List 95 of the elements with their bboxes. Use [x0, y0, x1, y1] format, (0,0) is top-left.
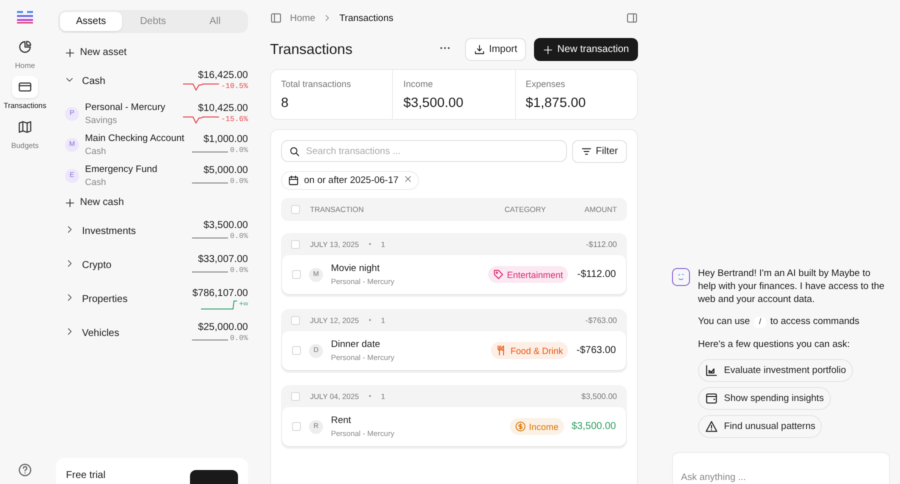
search-icon — [289, 146, 300, 157]
account-group-name[interactable]: Properties — [82, 294, 184, 304]
checkbox[interactable] — [292, 346, 301, 355]
chat-input[interactable]: Ask anything ... — [672, 452, 890, 484]
suggestion-chip[interactable]: Show spending insights — [698, 387, 831, 410]
help-icon — [18, 463, 32, 477]
search-field[interactable]: Search transactions ... — [281, 140, 567, 162]
transaction-name: Movie night — [331, 263, 381, 274]
commands-hint: to access commands — [770, 316, 860, 330]
account-group-name[interactable]: Crypto — [82, 260, 184, 270]
checkbox[interactable] — [291, 240, 300, 248]
chevron-right-icon — [323, 14, 332, 22]
date-total: -$763.00 — [585, 316, 617, 324]
account-name[interactable]: Personal - Mercury — [85, 102, 177, 113]
import-button[interactable]: Import — [464, 38, 526, 61]
transaction-name: Rent — [331, 415, 352, 426]
account-type: Cash — [85, 177, 108, 187]
tag-icon — [492, 269, 504, 280]
stat-value: $3,500.00 — [403, 95, 464, 110]
stat-label: Expenses — [526, 79, 566, 89]
stat-value: 8 — [281, 95, 290, 110]
panel-toggle-icon — [626, 12, 638, 24]
breadcrumb-link[interactable]: Transactions — [339, 12, 394, 24]
checkbox[interactable] — [292, 270, 301, 279]
account-group-name[interactable]: Vehicles — [82, 328, 184, 338]
warning-icon — [705, 420, 718, 434]
chevron-right-icon — [65, 259, 74, 268]
date-total: $3,500.00 — [581, 392, 617, 400]
group-balance: $3,500.00 — [204, 220, 248, 231]
suggestion-chip[interactable]: Find unusual patterns — [698, 415, 822, 438]
group-balance: $25,000.00 — [198, 322, 248, 333]
checkbox[interactable] — [291, 316, 300, 324]
account-balance: $5,000.00 — [204, 164, 248, 176]
assistant-message: Hey Bertrand! I'm an AI built by Maybe to help with your finances. I have access to the web and your account data. — [698, 268, 886, 306]
account-name[interactable]: Emergency Fund — [85, 164, 186, 175]
checkbox[interactable] — [291, 205, 300, 214]
account-balance: $1,000.00 — [204, 134, 248, 144]
checkbox[interactable] — [291, 392, 300, 400]
account-name[interactable]: Main Checking Account — [85, 133, 186, 144]
category-badge[interactable]: Entertainment — [488, 266, 568, 283]
new-transaction-button[interactable]: New transaction — [534, 38, 638, 61]
plus-icon — [65, 198, 75, 208]
filter-button[interactable]: Filter — [572, 140, 627, 163]
group-balance: $786,107.00 — [192, 288, 248, 299]
commands-hint: You can use — [698, 316, 750, 330]
group-balance: $33,007.00 — [198, 254, 248, 265]
calendar-icon — [288, 175, 299, 186]
smile-icon — [676, 272, 686, 282]
filter-icon — [580, 146, 592, 157]
new-account-button[interactable]: New cash — [58, 191, 124, 214]
account-balance: $10,425.00 — [198, 102, 248, 114]
plus-icon — [65, 48, 75, 58]
page-title: Transactions — [270, 42, 354, 58]
map-icon — [18, 120, 32, 134]
close-icon — [404, 175, 412, 183]
filter-chip-label: on or after 2025-06-17 — [304, 175, 399, 186]
chart-icon — [705, 364, 718, 378]
sparkline — [182, 82, 219, 92]
plus-icon — [543, 44, 554, 54]
wallet-icon — [705, 392, 718, 406]
stat-label: Income — [403, 79, 434, 89]
date-total: -$112.00 — [586, 240, 617, 248]
questions-label: Here's a few questions you can ask: — [698, 339, 851, 352]
trial-button[interactable] — [190, 470, 238, 484]
chevron-down-icon — [65, 75, 74, 84]
transaction-amount: -$763.00 — [576, 345, 616, 356]
group-balance: $16,425.00 — [198, 70, 248, 81]
sidebar-tab[interactable]: Assets — [60, 12, 122, 31]
breadcrumb-link[interactable]: Home — [290, 12, 316, 24]
logo-icon — [16, 10, 34, 24]
chevron-right-icon — [65, 225, 74, 234]
stat-label: Total transactions — [281, 79, 352, 89]
account-group-name[interactable]: Investments — [82, 226, 184, 236]
account-type: Savings — [85, 115, 118, 125]
sidebar-toggle-icon — [270, 12, 282, 24]
checkbox[interactable] — [292, 422, 301, 431]
filter-chip[interactable]: on or after 2025-06-17 — [281, 171, 419, 190]
account-group-name[interactable]: Cash — [82, 76, 175, 86]
new-asset-button[interactable]: New asset — [58, 41, 127, 64]
trial-title: Free trial — [66, 470, 106, 480]
transaction-amount: -$112.00 — [576, 269, 616, 280]
chevron-right-icon — [65, 327, 74, 336]
dollar-icon — [514, 421, 526, 432]
credit-card-icon — [18, 80, 32, 94]
transaction-amount: $3,500.00 — [572, 421, 616, 432]
sparkline — [200, 300, 237, 310]
stat-value: $1,875.00 — [526, 95, 587, 110]
download-icon — [474, 44, 485, 55]
account-type: Cash — [85, 146, 108, 156]
chevron-right-icon — [65, 293, 74, 302]
command-key: / — [754, 317, 766, 328]
sparkline — [182, 114, 219, 124]
transaction-name: Dinner date — [331, 339, 382, 350]
pie-chart-icon — [18, 40, 32, 54]
suggestion-chip[interactable]: Evaluate investment portfolio — [698, 359, 853, 382]
